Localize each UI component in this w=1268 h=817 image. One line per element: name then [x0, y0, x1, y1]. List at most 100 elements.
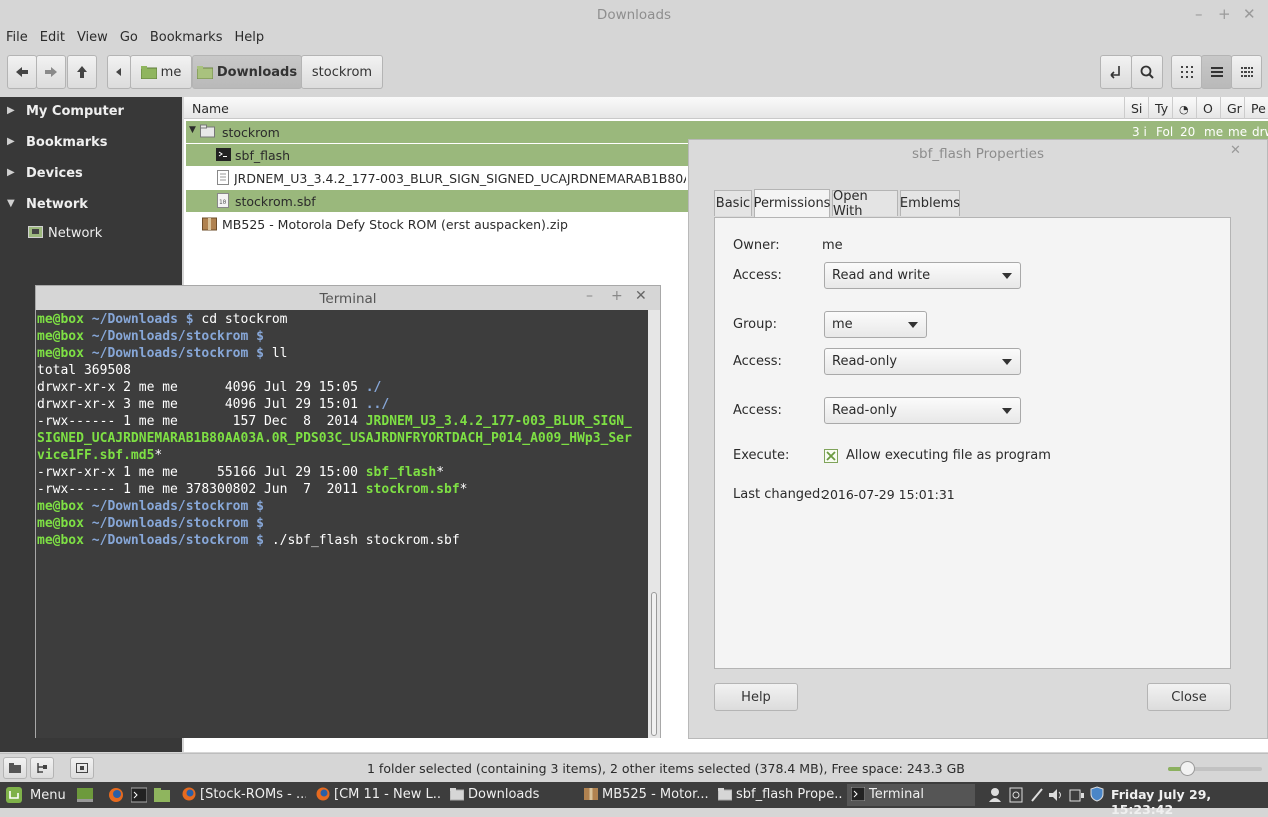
status-text: 1 folder selected (containing 3 items), … — [367, 761, 965, 776]
toggle-sidebar-button[interactable] — [70, 757, 94, 779]
owner-access-value: Read and write — [832, 268, 931, 283]
scrollbar-thumb[interactable] — [651, 592, 657, 736]
up-button[interactable] — [67, 55, 97, 89]
back-button[interactable] — [7, 55, 37, 89]
menu-view[interactable]: View — [71, 28, 114, 45]
terminal-segment: -rwxr-xr-x 1 me me 55166 Jul 29 15:00 — [37, 465, 366, 480]
terminal-segment: -rwx------ 1 me me 157 Dec 8 2014 — [37, 414, 366, 429]
file-type: Fol — [1156, 125, 1174, 139]
start-menu-button[interactable]: Menu — [4, 784, 68, 806]
task-stock-roms[interactable]: [Stock-ROMs - ... — [178, 784, 306, 806]
close-icon[interactable]: ✕ — [1230, 143, 1241, 158]
task-terminal[interactable]: Terminal — [847, 784, 975, 806]
search-button[interactable] — [1131, 55, 1163, 89]
group-access-dropdown[interactable]: Read-only — [824, 348, 1021, 375]
updates-icon[interactable] — [1009, 787, 1023, 803]
execute-checkbox[interactable] — [824, 449, 838, 463]
files-launcher-icon[interactable] — [154, 787, 170, 803]
close-button[interactable]: Close — [1147, 683, 1231, 711]
show-desktop-icon[interactable] — [77, 787, 93, 803]
column-owner[interactable]: O — [1196, 97, 1220, 119]
column-size[interactable]: Si — [1124, 97, 1148, 119]
task-downloads[interactable]: Downloads — [446, 784, 574, 806]
clock[interactable]: Friday July 29, 15:23:42 — [1111, 787, 1268, 817]
battery-icon[interactable] — [1069, 787, 1085, 803]
pen-icon[interactable] — [1030, 787, 1044, 803]
column-type[interactable]: Ty — [1148, 97, 1172, 119]
path-item-stockrom[interactable]: stockrom — [301, 55, 383, 89]
chevron-down-icon — [908, 322, 918, 328]
forward-button[interactable] — [36, 55, 66, 89]
maximize-icon[interactable]: + — [1218, 5, 1231, 23]
list-view-button[interactable] — [1201, 55, 1232, 89]
sidebar-item-network-section[interactable]: ▼ Network — [0, 195, 182, 217]
expander-right-icon[interactable]: ▶ — [7, 136, 15, 147]
close-icon[interactable]: ✕ — [1243, 5, 1256, 23]
help-button[interactable]: Help — [714, 683, 798, 711]
toolbar: me Downloads stockrom — [0, 52, 1268, 94]
other-access-dropdown[interactable]: Read-only — [824, 397, 1021, 424]
zoom-slider[interactable] — [1168, 761, 1262, 776]
tab-permissions[interactable]: Permissions — [754, 189, 830, 217]
sidebar-item-my-computer[interactable]: ▶ My Computer — [0, 102, 182, 124]
file-size: 3 i — [1132, 125, 1147, 139]
tab-open-with[interactable]: Open With — [832, 189, 898, 219]
sidebar-item-bookmarks[interactable]: ▶ Bookmarks — [0, 133, 182, 155]
column-permissions[interactable]: Pe — [1244, 97, 1268, 119]
column-group[interactable]: Gr — [1220, 97, 1244, 119]
path-label-downloads: Downloads — [216, 64, 298, 80]
task-sbf-flash-properties[interactable]: sbf_flash Prope... — [714, 784, 842, 806]
expander-right-icon[interactable]: ▶ — [7, 167, 15, 178]
folder-icon — [200, 124, 215, 138]
file-name: JRDNEM_U3_3.4.2_177-003_BLUR_SIGN_SIGNED… — [234, 171, 686, 186]
minimize-icon[interactable]: – — [586, 288, 593, 304]
terminal-segment: me@box — [37, 329, 92, 344]
show-places-button[interactable] — [3, 757, 27, 779]
volume-icon[interactable] — [1048, 787, 1064, 803]
tab-basic[interactable]: Basic — [714, 190, 752, 216]
execute-label: Execute: — [733, 448, 790, 463]
task-mb525[interactable]: MB525 - Motor... — [580, 784, 708, 806]
menu-file[interactable]: File — [0, 28, 34, 45]
shield-icon[interactable] — [1090, 786, 1104, 802]
maximize-icon[interactable]: + — [611, 288, 623, 304]
owner-access-dropdown[interactable]: Read and write — [824, 262, 1021, 289]
path-item-me[interactable]: me — [130, 55, 192, 89]
close-icon[interactable]: ✕ — [635, 288, 647, 304]
compact-view-button[interactable] — [1231, 55, 1262, 89]
column-name[interactable]: Name — [192, 101, 229, 116]
expander-down-icon[interactable]: ▼ — [189, 125, 196, 135]
group-dropdown[interactable]: me — [824, 311, 927, 338]
file-name: MB525 - Motorola Defy Stock ROM (erst au… — [222, 217, 568, 232]
minimize-icon[interactable]: – — [1195, 5, 1203, 23]
file-permissions: drw — [1252, 125, 1268, 139]
tab-emblems[interactable]: Emblems — [900, 190, 960, 216]
expander-down-icon[interactable]: ▼ — [7, 198, 15, 209]
show-tree-button[interactable] — [30, 757, 54, 779]
terminal-scrollbar[interactable] — [648, 310, 660, 738]
menu-go[interactable]: Go — [114, 28, 144, 45]
window-titlebar: Downloads – + ✕ — [0, 0, 1268, 28]
terminal-launcher-icon[interactable] — [131, 787, 147, 803]
firefox-icon[interactable] — [108, 787, 124, 803]
toggle-location-button[interactable] — [1100, 55, 1132, 89]
terminal-window[interactable]: Terminal – + ✕ me@box ~/Downloads $ cd s… — [35, 285, 661, 738]
user-icon[interactable] — [988, 787, 1002, 803]
menu-help[interactable]: Help — [228, 28, 270, 45]
icon-view-button[interactable] — [1171, 55, 1202, 89]
path-left-button[interactable] — [107, 55, 131, 89]
terminal-segment: ~/Downloads/stockrom $ — [91, 499, 264, 514]
path-item-downloads[interactable]: Downloads — [192, 55, 302, 89]
menu-bookmarks[interactable]: Bookmarks — [144, 28, 229, 45]
zoom-slider-handle[interactable] — [1179, 761, 1195, 776]
sidebar-item-devices[interactable]: ▶ Devices — [0, 164, 182, 186]
column-modified[interactable]: ◔ — [1172, 97, 1196, 119]
terminal-output[interactable]: me@box ~/Downloads $ cd stockrom me@box ~… — [36, 310, 648, 738]
terminal-segment: me@box — [37, 346, 92, 361]
execute-text[interactable]: Allow executing file as program — [846, 448, 1051, 463]
sidebar-item-network[interactable]: Network — [28, 224, 178, 244]
expander-right-icon[interactable]: ▶ — [7, 105, 15, 116]
terminal-segment: stockrom.sbf — [365, 482, 460, 497]
task-cm11[interactable]: [CM 11 - New L... — [312, 784, 440, 806]
menu-edit[interactable]: Edit — [34, 28, 71, 45]
